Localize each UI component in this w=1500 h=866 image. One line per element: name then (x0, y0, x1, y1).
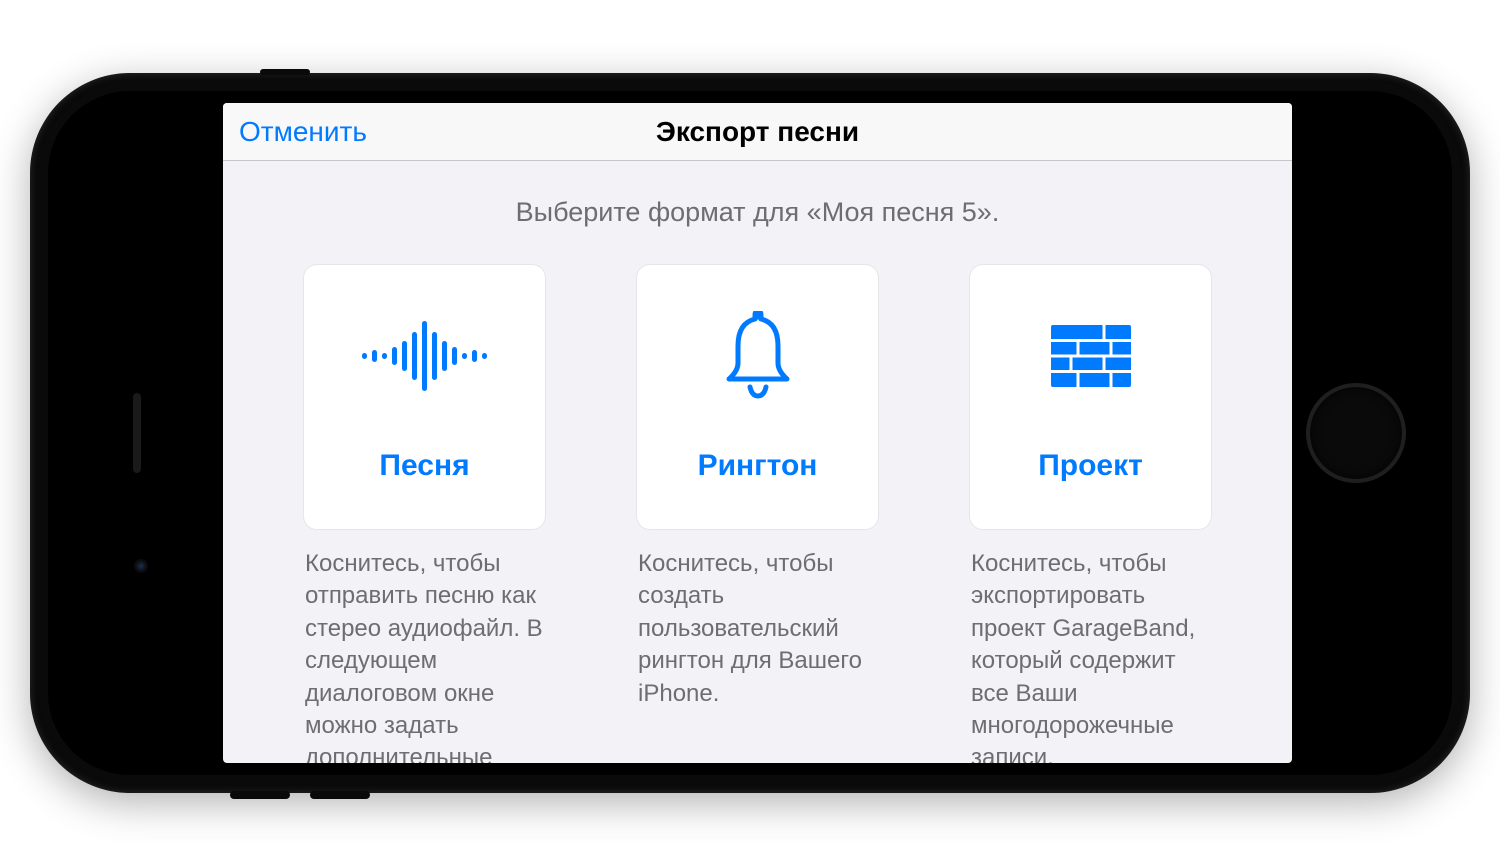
option-card-project[interactable]: Проект (969, 264, 1212, 530)
volume-down (310, 791, 370, 799)
option-label-ringtone: Рингтон (698, 449, 818, 483)
option-desc-project: Коснитесь, чтобы экспортировать проект G… (969, 548, 1212, 763)
volume-up (230, 791, 290, 799)
option-card-song[interactable]: Песня (303, 264, 546, 530)
option-card-ringtone[interactable]: Рингтон (636, 264, 879, 530)
phone-frame: Отменить Экспорт песни Выберите формат д… (30, 73, 1470, 793)
option-desc-song: Коснитесь, чтобы отправить песню как сте… (303, 548, 546, 763)
phone-speaker (133, 393, 141, 473)
phone-camera (134, 559, 148, 573)
screen: Отменить Экспорт песни Выберите формат д… (223, 103, 1292, 763)
bricks-icon (1041, 311, 1141, 401)
option-label-project: Проект (1038, 449, 1143, 483)
mute-switch (260, 69, 310, 75)
export-options: Песня Коснитесь, чтобы отправить песню к… (303, 264, 1212, 763)
home-button[interactable] (1306, 383, 1406, 483)
waveform-icon (375, 311, 475, 401)
subtitle-text: Выберите формат для «Моя песня 5». (303, 197, 1212, 228)
page-title: Экспорт песни (656, 116, 859, 148)
nav-bar: Отменить Экспорт песни (223, 103, 1292, 161)
option-desc-ringtone: Коснитесь, чтобы создать пользовательски… (636, 548, 879, 710)
option-song: Песня Коснитесь, чтобы отправить песню к… (303, 264, 546, 763)
bell-icon (708, 311, 808, 401)
cancel-button[interactable]: Отменить (239, 116, 367, 148)
option-label-song: Песня (379, 449, 469, 483)
option-ringtone: Рингтон Коснитесь, чтобы создать пользов… (636, 264, 879, 763)
content-area: Выберите формат для «Моя песня 5». (223, 161, 1292, 763)
option-project: Проект Коснитесь, чтобы экспортировать п… (969, 264, 1212, 763)
